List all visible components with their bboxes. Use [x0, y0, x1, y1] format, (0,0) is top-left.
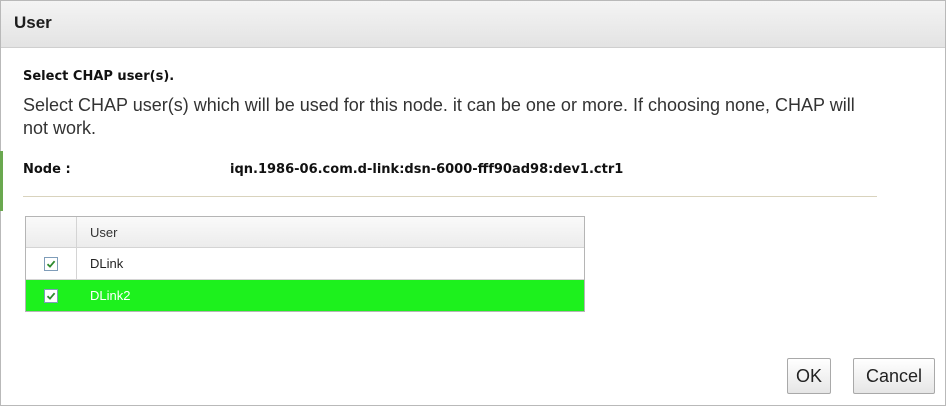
- node-value: iqn.1986-06.com.d-link:dsn-6000-fff90ad9…: [230, 162, 624, 177]
- user-name-cell: DLink: [90, 256, 124, 271]
- check-cell: [26, 248, 77, 279]
- table-row[interactable]: DLink2: [26, 279, 584, 311]
- user-checkbox[interactable]: [44, 288, 58, 303]
- cancel-button[interactable]: Cancel: [853, 358, 935, 394]
- user-dialog: User Select CHAP user(s). Select CHAP us…: [0, 0, 946, 406]
- user-name-cell: DLink2: [90, 288, 131, 303]
- check-icon: [46, 292, 56, 300]
- header-check-cell: [26, 217, 77, 247]
- user-checkbox[interactable]: [44, 256, 58, 271]
- user-grid: User DLink DLink2: [25, 216, 585, 312]
- dialog-title: User: [14, 13, 52, 32]
- node-label: Node :: [23, 162, 71, 177]
- section-heading: Select CHAP user(s).: [23, 69, 175, 84]
- check-icon: [46, 260, 56, 268]
- dialog-titlebar[interactable]: User: [1, 1, 945, 48]
- grid-header-row: User: [26, 217, 584, 247]
- column-header-user[interactable]: User: [77, 217, 584, 247]
- check-cell: [26, 280, 77, 311]
- table-row[interactable]: DLink: [26, 247, 584, 279]
- description-text: Select CHAP user(s) which will be used f…: [23, 95, 855, 138]
- divider: [23, 196, 877, 197]
- ok-button[interactable]: OK: [787, 358, 831, 394]
- left-accent-bar: [0, 151, 3, 211]
